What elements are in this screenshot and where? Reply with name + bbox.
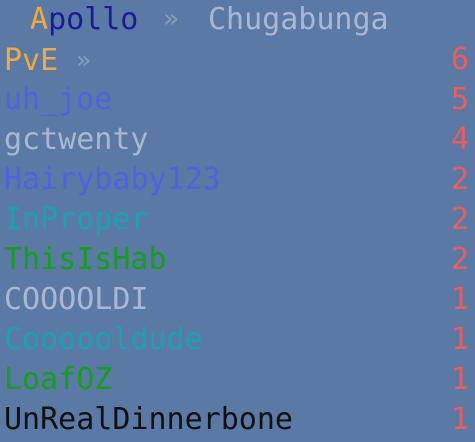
title-second-word: Chugabunga <box>208 2 389 37</box>
player-name: ThisIsHab <box>4 242 167 277</box>
scoreboard: Apollo » Chugabunga PvE» 6 uh_joe 5 gctwenty… <box>0 0 475 442</box>
score-row: PvE » 6 <box>0 40 475 80</box>
player-name: COOOOLDI <box>4 282 149 317</box>
title-first-char-1: A <box>30 2 49 37</box>
score-row: UnRealDinnerbone 1 <box>0 400 475 440</box>
player-name-wrapper: PvE » <box>4 40 91 81</box>
scoreboard-header: Apollo » Chugabunga <box>0 0 475 40</box>
score-rows: PvE» 6 uh_joe 5 gctwenty 4 Hairybaby123 2 InProp… <box>0 40 475 440</box>
player-score: 1 <box>450 402 469 437</box>
score-row: Coooooldude 1 <box>0 320 475 360</box>
title-separator-icon: » <box>163 4 179 34</box>
player-score: 2 <box>450 242 469 277</box>
score-row: uh_joe 5 <box>0 80 475 120</box>
player-name: PvE <box>4 43 59 78</box>
score-row: Hairybaby123 2 <box>0 160 475 200</box>
player-name: Coooooldude <box>4 322 203 357</box>
player-score: 5 <box>450 82 469 117</box>
player-score: 1 <box>450 322 469 357</box>
player-score: 6 <box>450 42 469 77</box>
player-name: LoafOZ <box>4 362 113 397</box>
player-name: UnRealDinnerbone <box>4 402 293 437</box>
player-name: gctwenty <box>4 122 149 157</box>
player-name: InProper <box>4 202 149 237</box>
player-score: 2 <box>450 162 469 197</box>
row-separator-icon: » <box>76 46 91 74</box>
score-row: ThisIsHab 2 <box>0 240 475 280</box>
score-row: gctwenty 4 <box>0 120 475 160</box>
player-score: 1 <box>450 362 469 397</box>
player-score: 4 <box>450 122 469 157</box>
score-row: InProper 2 <box>0 200 475 240</box>
score-row: COOOOLDI 1 <box>0 280 475 320</box>
player-score: 2 <box>450 202 469 237</box>
title-first-rest: pollo <box>48 2 139 37</box>
player-name: Hairybaby123 <box>4 162 221 197</box>
player-score: 1 <box>450 282 469 317</box>
title-first-word: Apollo <box>30 0 138 40</box>
score-row: LoafOZ 1 <box>0 360 475 400</box>
player-name: uh_joe <box>4 82 113 117</box>
